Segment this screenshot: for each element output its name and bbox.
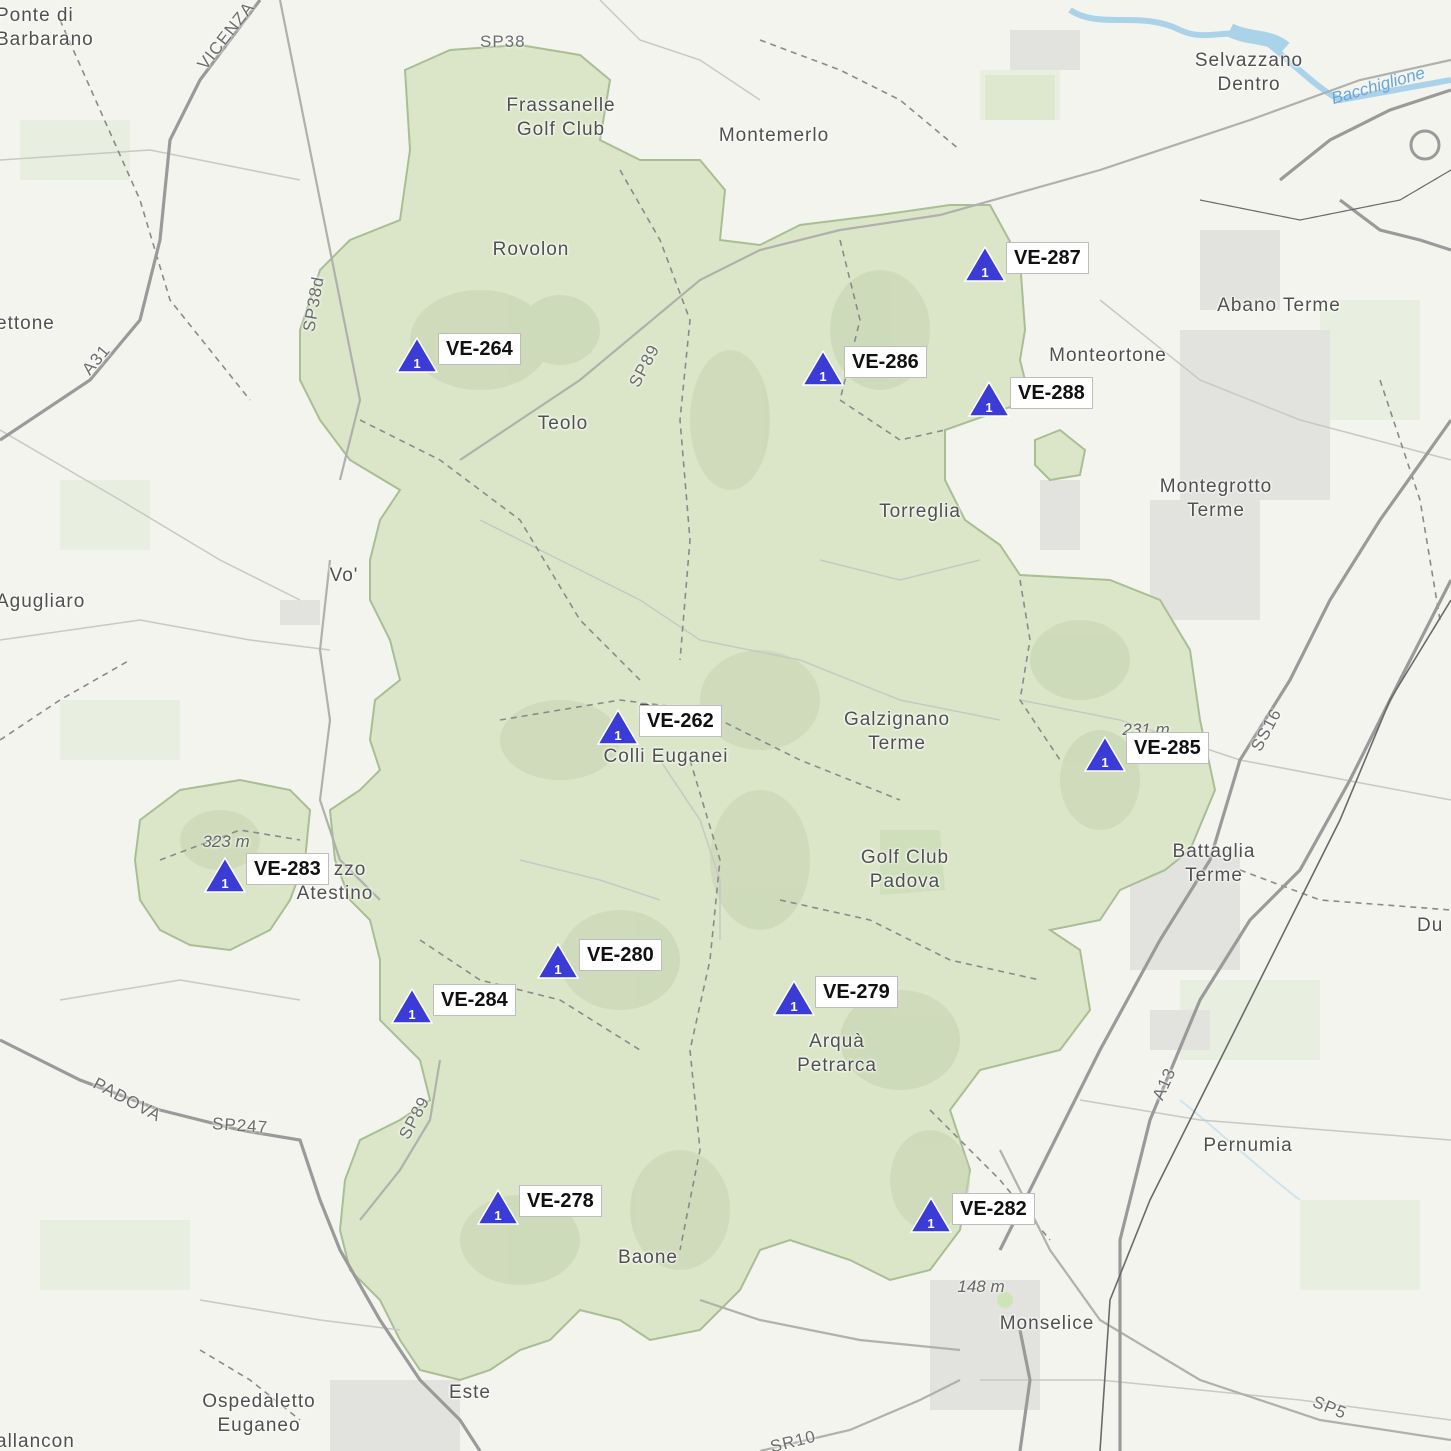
place-label-arqua-petrarca: Arquà Petrarca [797,1031,877,1076]
place-label-abano-terme: Abano Terme [1217,295,1341,316]
marker-badge: 1 [554,962,561,977]
place-label-ballancon: allancon [0,1431,75,1451]
peak-triangle-icon[interactable]: 1 [597,709,639,745]
marker-badge: 1 [221,876,228,891]
place-label-atestino: Atestino [296,883,374,904]
place-label-battaglia-terme: Battaglia Terme [1172,841,1256,886]
place-label-pernumia: Pernumia [1203,1135,1293,1156]
place-label-este: Este [448,1382,492,1403]
road-label-sp38: SP38 [480,32,526,51]
place-label-due: Du [1417,915,1444,936]
marker-label[interactable]: VE-262 [639,705,722,737]
place-label-golf-club-padova: Golf Club Padova [860,847,950,892]
elevation-label-148: 148 m [957,1277,1005,1296]
marker-badge: 1 [1101,755,1108,770]
marker-badge: 1 [790,999,797,1014]
place-label-selvazzano-dentro: Selvazzano Dentro [1194,50,1304,95]
peak-triangle-icon[interactable]: 1 [773,980,815,1016]
place-label-montegrotto-terme: Montegrotto Terme [1159,476,1273,521]
elevation-label-323: 323 m [202,832,250,851]
place-label-settone: ettone [0,313,55,334]
place-label-galzignano-terme: Galzignano Terme [843,709,951,754]
place-label-colli-euganei: Colli Euganei [603,746,729,767]
peak-triangle-icon[interactable]: 1 [964,246,1006,282]
place-label-rovolon: Rovolon [492,239,570,260]
place-label-vo: Vo' [329,565,359,586]
place-label-lozzo: zzo [333,859,367,880]
marker-label[interactable]: VE-280 [579,939,662,971]
marker-badge: 1 [494,1208,501,1223]
peak-triangle-icon[interactable]: 1 [477,1189,519,1225]
peak-triangle-icon[interactable]: 1 [910,1197,952,1233]
marker-label[interactable]: VE-286 [844,346,927,378]
place-label-ospedaletto-euganeo: Ospedaletto Euganeo [202,1391,316,1436]
peak-triangle-icon[interactable]: 1 [204,857,246,893]
place-label-monteortone: Monteortone [1049,345,1167,366]
place-label-ponte-di-barbarano: Ponte di Barbarano [0,5,94,50]
marker-label[interactable]: VE-283 [246,853,329,885]
marker-label[interactable]: VE-287 [1006,242,1089,274]
map-canvas[interactable]: Ponte di Barbarano Frassanelle Golf Club… [0,0,1451,1451]
marker-badge: 1 [819,369,826,384]
map-base-layer [0,0,1451,1451]
marker-label[interactable]: VE-288 [1010,377,1093,409]
marker-label[interactable]: VE-285 [1126,732,1209,764]
marker-label[interactable]: VE-284 [433,984,516,1016]
place-label-torreglia: Torreglia [879,501,961,522]
marker-badge: 1 [614,728,621,743]
place-label-frassanelle-golf-club: Frassanelle Golf Club [506,95,616,140]
marker-label[interactable]: VE-278 [519,1185,602,1217]
place-label-agugliaro: Agugliaro [0,591,86,612]
place-label-baone: Baone [618,1247,678,1268]
road-label-sp247: SP247 [211,1114,269,1137]
marker-badge: 1 [985,400,992,415]
place-label-montemerlo: Montemerlo [718,125,830,146]
peak-triangle-icon[interactable]: 1 [1084,736,1126,772]
marker-label[interactable]: VE-264 [438,333,521,365]
marker-badge: 1 [413,356,420,371]
marker-badge: 1 [981,265,988,280]
marker-label[interactable]: VE-279 [815,976,898,1008]
peak-triangle-icon[interactable]: 1 [537,943,579,979]
peak-triangle-icon[interactable]: 1 [391,988,433,1024]
peak-triangle-icon[interactable]: 1 [968,381,1010,417]
marker-badge: 1 [927,1216,934,1231]
place-label-monselice: Monselice [999,1313,1095,1334]
marker-label[interactable]: VE-282 [952,1193,1035,1225]
peak-triangle-icon[interactable]: 1 [802,350,844,386]
place-label-teolo: Teolo [537,413,589,434]
peak-triangle-icon[interactable]: 1 [396,337,438,373]
marker-badge: 1 [408,1007,415,1022]
